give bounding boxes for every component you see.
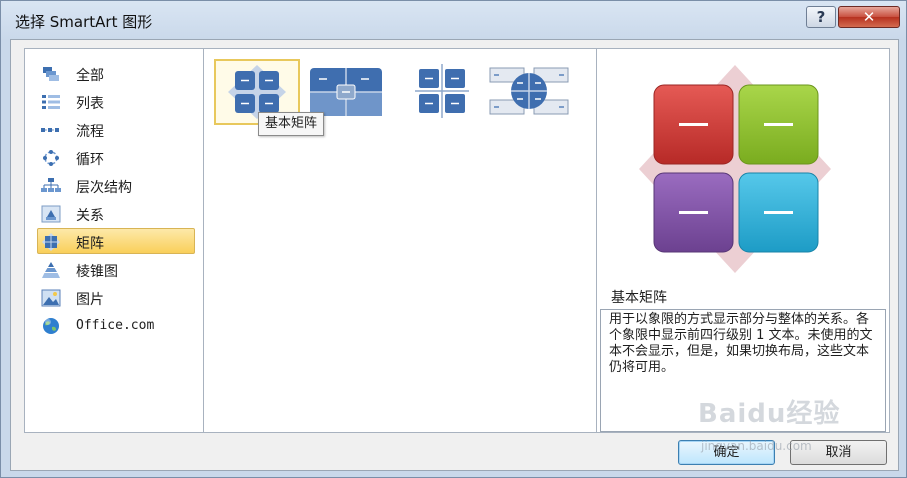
category-item-relationship[interactable]: 关系 — [37, 200, 195, 226]
matrix-icon — [42, 233, 60, 251]
cycle-matrix-thumbnail — [489, 67, 569, 115]
category-item-all[interactable]: 全部 — [37, 60, 195, 86]
cycle-icon — [43, 150, 59, 166]
category-label: 流程 — [76, 124, 104, 140]
all-icon — [43, 67, 59, 81]
category-list: 全部 列表 流程 循环 层次结构 关系 矩阵 棱锥图 图片 Office.com — [24, 48, 204, 433]
preview-pane: 基本矩阵 用于以象限的方式显示部分与整体的关系。各个象限中显示前四行级别 1 文… — [596, 48, 890, 433]
watermark: Baidu经验 — [698, 399, 841, 429]
globe-icon — [43, 318, 59, 334]
gallery-tooltip: 基本矩阵 — [258, 112, 325, 136]
category-label: 棱锥图 — [76, 264, 118, 280]
gallery-item-cycle-matrix[interactable] — [487, 59, 573, 125]
gallery-item-grid-matrix[interactable] — [400, 59, 486, 125]
close-button[interactable]: ✕ — [838, 6, 900, 28]
category-item-cycle[interactable]: 循环 — [37, 144, 195, 170]
category-label: 图片 — [76, 292, 104, 308]
title-bar[interactable]: 选择 SmartArt 图形 ? ✕ — [1, 1, 906, 39]
category-item-hierarchy[interactable]: 层次结构 — [37, 172, 195, 198]
category-item-pyramid[interactable]: 棱锥图 — [37, 256, 195, 282]
category-label: 关系 — [76, 208, 104, 224]
layout-gallery: 基本矩阵 — [203, 48, 597, 433]
category-item-list[interactable]: 列表 — [37, 88, 195, 114]
list-icon — [42, 95, 60, 109]
process-icon — [41, 128, 59, 132]
category-label: 矩阵 — [76, 236, 104, 252]
smartart-dialog: 选择 SmartArt 图形 ? ✕ 全部 列表 流程 循环 层次结构 关系 矩… — [0, 0, 907, 478]
hierarchy-icon — [41, 178, 61, 192]
watermark-url: jingyan.baidu.com — [701, 439, 812, 453]
matrix-preview-graphic — [639, 65, 831, 273]
category-item-office-com[interactable]: Office.com — [37, 312, 195, 338]
picture-icon — [41, 289, 61, 307]
relationship-icon — [41, 205, 61, 223]
help-button[interactable]: ? — [806, 6, 836, 28]
category-label: 全部 — [76, 68, 104, 84]
category-label: 循环 — [76, 152, 104, 168]
category-label: 层次结构 — [76, 180, 132, 196]
category-item-matrix[interactable]: 矩阵 — [37, 228, 195, 254]
category-label: Office.com — [76, 318, 155, 333]
category-item-picture[interactable]: 图片 — [37, 284, 195, 310]
preview-title: 基本矩阵 — [611, 290, 667, 306]
dialog-title: 选择 SmartArt 图形 — [15, 13, 153, 31]
category-item-process[interactable]: 流程 — [37, 116, 195, 142]
grid-matrix-thumbnail — [415, 64, 469, 118]
pyramid-icon — [42, 262, 60, 278]
category-label: 列表 — [76, 96, 104, 112]
